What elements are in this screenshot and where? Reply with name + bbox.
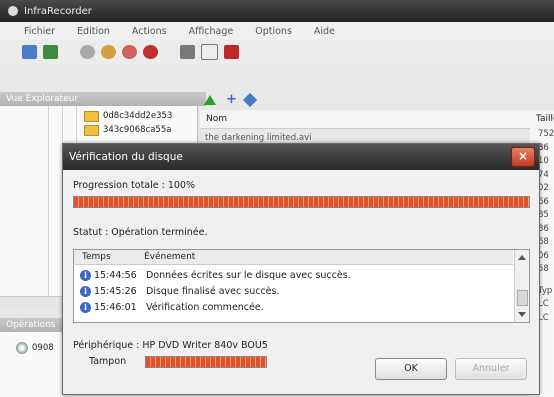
infrarecorder-window: InfraRecorder Fichier Edition Actions Af… [0,0,554,397]
disc-icon [16,342,28,354]
tree-item[interactable]: 343c9068ca55a [84,124,171,136]
column-header-name[interactable]: Nom [206,114,227,124]
scroll-down-icon[interactable] [518,312,526,317]
exit-icon[interactable] [224,45,239,59]
buffer-progress-bar [145,356,267,368]
menu-fichier[interactable]: Fichier [24,26,55,37]
event-time: 15:46:01 [94,301,137,313]
toolbar-separator [164,45,174,59]
menu-options[interactable]: Options [255,26,292,37]
column-header-event[interactable]: Événement [144,252,195,262]
event-time: 15:45:26 [94,285,137,297]
total-progress-label: Progression totale : 100% [73,180,196,191]
tree-horizontal-scrollbar[interactable] [0,296,62,309]
info-icon: i [80,285,91,297]
app-icon [8,6,18,16]
menu-edition[interactable]: Edition [77,26,110,37]
total-progress-fill [74,197,529,207]
burn-disc-icon[interactable] [80,45,95,59]
dialog-title-bar: Vérification du disque × [63,144,539,170]
operations-panel: 0908 [0,332,62,397]
menu-affichage[interactable]: Affichage [189,26,234,37]
erase-disc-icon[interactable] [122,45,137,59]
event-text: Vérification commencée. [146,301,264,313]
menu-aide[interactable]: Aide [314,26,335,37]
open-project-icon[interactable] [43,45,58,59]
buffer-label: Tampon [89,356,127,367]
ok-button[interactable]: OK [375,358,447,380]
scroll-up-icon[interactable] [518,255,526,260]
tree-guide [48,106,49,306]
dialog-title: Vérification du disque [69,151,183,163]
toolbar-separator [64,45,74,59]
window-title: InfraRecorder [24,5,92,17]
add-icon[interactable]: + [226,93,237,106]
disc-label[interactable]: 0908 [32,343,54,353]
file-size: 752 8 [538,129,554,153]
menu-bar: Fichier Edition Actions Affichage Option… [0,22,554,41]
device-label: Périphérique : HP DVD Writer 840v BOU5 [73,340,268,351]
add-folder-icon[interactable] [242,92,257,108]
event-row[interactable]: i 15:44:56 Données écrites sur le disque… [80,268,351,282]
file-list-header: Nom Taille [200,110,554,129]
tools-icon[interactable] [180,45,195,59]
copy-disc-icon[interactable] [101,45,116,59]
operations-header: Opérations [0,318,66,332]
event-row[interactable]: i 15:45:26 Disque finalisé avec succès. [80,284,280,298]
column-header-time[interactable]: Temps [82,252,111,262]
events-scrollbar[interactable] [514,250,529,322]
explorer-header: Vue Explorateur [0,92,206,106]
scroll-thumb[interactable] [517,290,528,306]
buffer-progress-fill [146,357,266,367]
status-label: Statut : Opération terminée. [73,227,208,238]
close-icon[interactable]: × [511,147,535,167]
title-bar: InfraRecorder [0,0,554,22]
new-project-icon[interactable] [22,45,37,59]
info-icon: i [80,301,91,313]
tree-item-label: 0d8c34dd2e353 [103,111,173,121]
verification-dialog: Vérification du disque × Progression tot… [62,143,540,395]
tree-item-label: 343c9068ca55a [103,125,172,135]
events-list-header: Temps Événement [74,250,513,265]
event-text: Données écrites sur le disque avec succè… [146,269,351,281]
folder-icon [84,124,99,136]
fixate-disc-icon[interactable] [143,45,158,59]
folder-icon [84,110,99,122]
event-time: 15:44:56 [94,269,137,281]
events-list: Temps Événement i 15:44:56 Données écrit… [73,249,530,323]
file-row-name[interactable]: the darkening limited.avi [205,133,311,143]
column-header-size[interactable]: Taille [536,114,554,124]
menu-actions[interactable]: Actions [132,26,167,37]
info-window-icon[interactable] [201,44,218,60]
toolbar [0,40,554,64]
tree-item[interactable]: 0d8c34dd2e353 [84,110,172,122]
info-icon: i [80,269,91,281]
total-progress-bar [73,196,530,208]
up-arrow-icon[interactable] [204,95,216,105]
navigation-bar: + [200,92,554,108]
cancel-button[interactable]: Annuler [455,358,527,380]
event-row[interactable]: i 15:46:01 Vérification commencée. [80,300,264,314]
event-text: Disque finalisé avec succès. [146,285,280,297]
